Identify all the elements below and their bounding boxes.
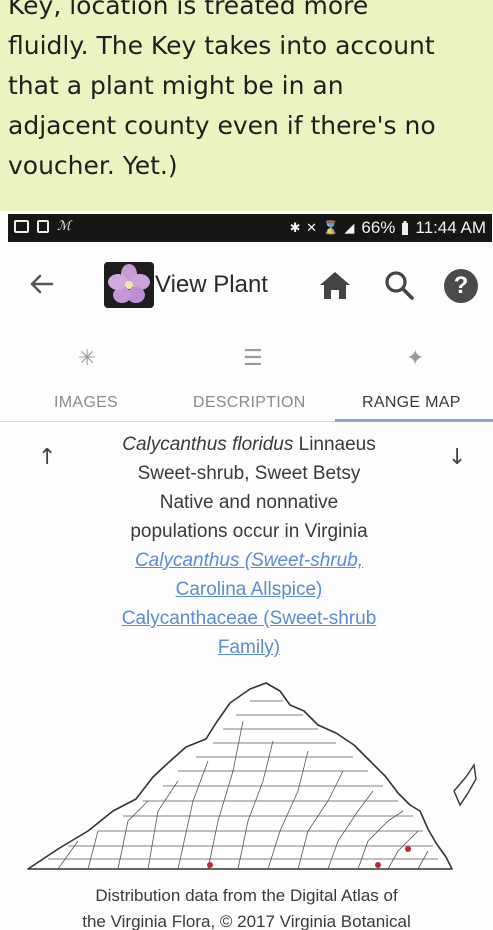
connectivity-icons: ✱ ✕ ⌛ ◢ xyxy=(289,220,356,235)
home-icon[interactable] xyxy=(318,269,352,301)
phone-screen: ℳ ✱ ✕ ⌛ ◢ 66% 11:44 AM View Plant ? ✳ IM… xyxy=(0,211,493,930)
range-map xyxy=(27,682,477,870)
plant-info: Calycanthus floridus Linnaeus Sweet-shru… xyxy=(84,430,414,662)
tab-bar: ✳ IMAGES ☰ DESCRIPTION ✦ RANGE MAP xyxy=(0,330,493,421)
virginia-outline xyxy=(27,682,453,870)
occurrence-dot xyxy=(405,846,411,852)
search-icon[interactable] xyxy=(383,269,415,301)
nativity-status: populations occur in Virginia xyxy=(130,521,368,542)
caption-line: adjacent county even if there's no xyxy=(8,111,436,140)
active-tab-indicator xyxy=(335,419,493,422)
tab-label: IMAGES xyxy=(54,394,119,411)
app-title: View Plant xyxy=(155,271,268,298)
attribution-line: Distribution data from the Digital Atlas… xyxy=(95,886,398,905)
battery-icon xyxy=(402,221,409,235)
status-bar: ℳ ✱ ✕ ⌛ ◢ 66% 11:44 AM xyxy=(8,214,492,242)
next-plant-arrow-icon[interactable]: ↓ xyxy=(448,445,466,470)
back-arrow-icon[interactable] xyxy=(28,271,54,297)
occurrence-dot xyxy=(375,862,381,868)
authority: Linnaeus xyxy=(298,434,376,455)
caption-line: Key, location is treated more xyxy=(8,0,369,20)
tab-range-map[interactable]: ✦ RANGE MAP xyxy=(340,330,490,421)
caption-text: Key, location is treated more fluidly. T… xyxy=(8,0,490,186)
tab-images[interactable]: ✳ IMAGES xyxy=(40,330,140,421)
family-link[interactable]: Calycanthaceae (Sweet-shrub xyxy=(84,604,414,633)
range-map-icon: ✦ xyxy=(406,346,425,371)
nativity-status: Native and nonnative xyxy=(159,492,339,513)
description-icon: ☰ xyxy=(243,346,263,371)
genus-link[interactable]: Calycanthus (Sweet-shrub, xyxy=(84,546,414,575)
clock: 11:44 AM xyxy=(415,218,486,237)
occurrence-dot xyxy=(207,862,213,868)
eastern-shore xyxy=(453,763,477,807)
caption-line: fluidly. The Key takes into account xyxy=(8,31,435,60)
message-notification-icon xyxy=(37,219,49,233)
family-link[interactable]: Family) xyxy=(84,633,414,662)
attribution-line: the Virginia Flora, © 2017 Virginia Bota… xyxy=(82,912,411,930)
tab-label: RANGE MAP xyxy=(362,394,461,411)
caption-line: voucher. Yet.) xyxy=(8,151,178,180)
notification-glyph: ℳ xyxy=(57,218,71,233)
previous-plant-arrow-icon[interactable]: ↑ xyxy=(38,445,56,470)
scientific-name: Calycanthus floridus Linnaeus xyxy=(84,430,414,459)
tab-label: DESCRIPTION xyxy=(193,394,306,411)
images-icon: ✳ xyxy=(78,346,97,371)
tab-description[interactable]: ☰ DESCRIPTION xyxy=(185,330,325,421)
common-names: Sweet-shrub, Sweet Betsy xyxy=(137,463,361,484)
genus-link-text[interactable]: Calycanthus (Sweet-shrub, xyxy=(135,550,363,571)
genus-link[interactable]: Carolina Allspice) xyxy=(84,575,414,604)
photo-notification-icon xyxy=(14,219,29,233)
species-name: Calycanthus floridus xyxy=(122,434,294,455)
caption-line: that a plant might be in an xyxy=(8,71,344,100)
attribution-text: Distribution data from the Digital Atlas… xyxy=(0,883,493,930)
help-icon[interactable]: ? xyxy=(444,269,478,303)
flower-logo xyxy=(104,262,154,308)
battery-level: 66% xyxy=(361,218,396,237)
